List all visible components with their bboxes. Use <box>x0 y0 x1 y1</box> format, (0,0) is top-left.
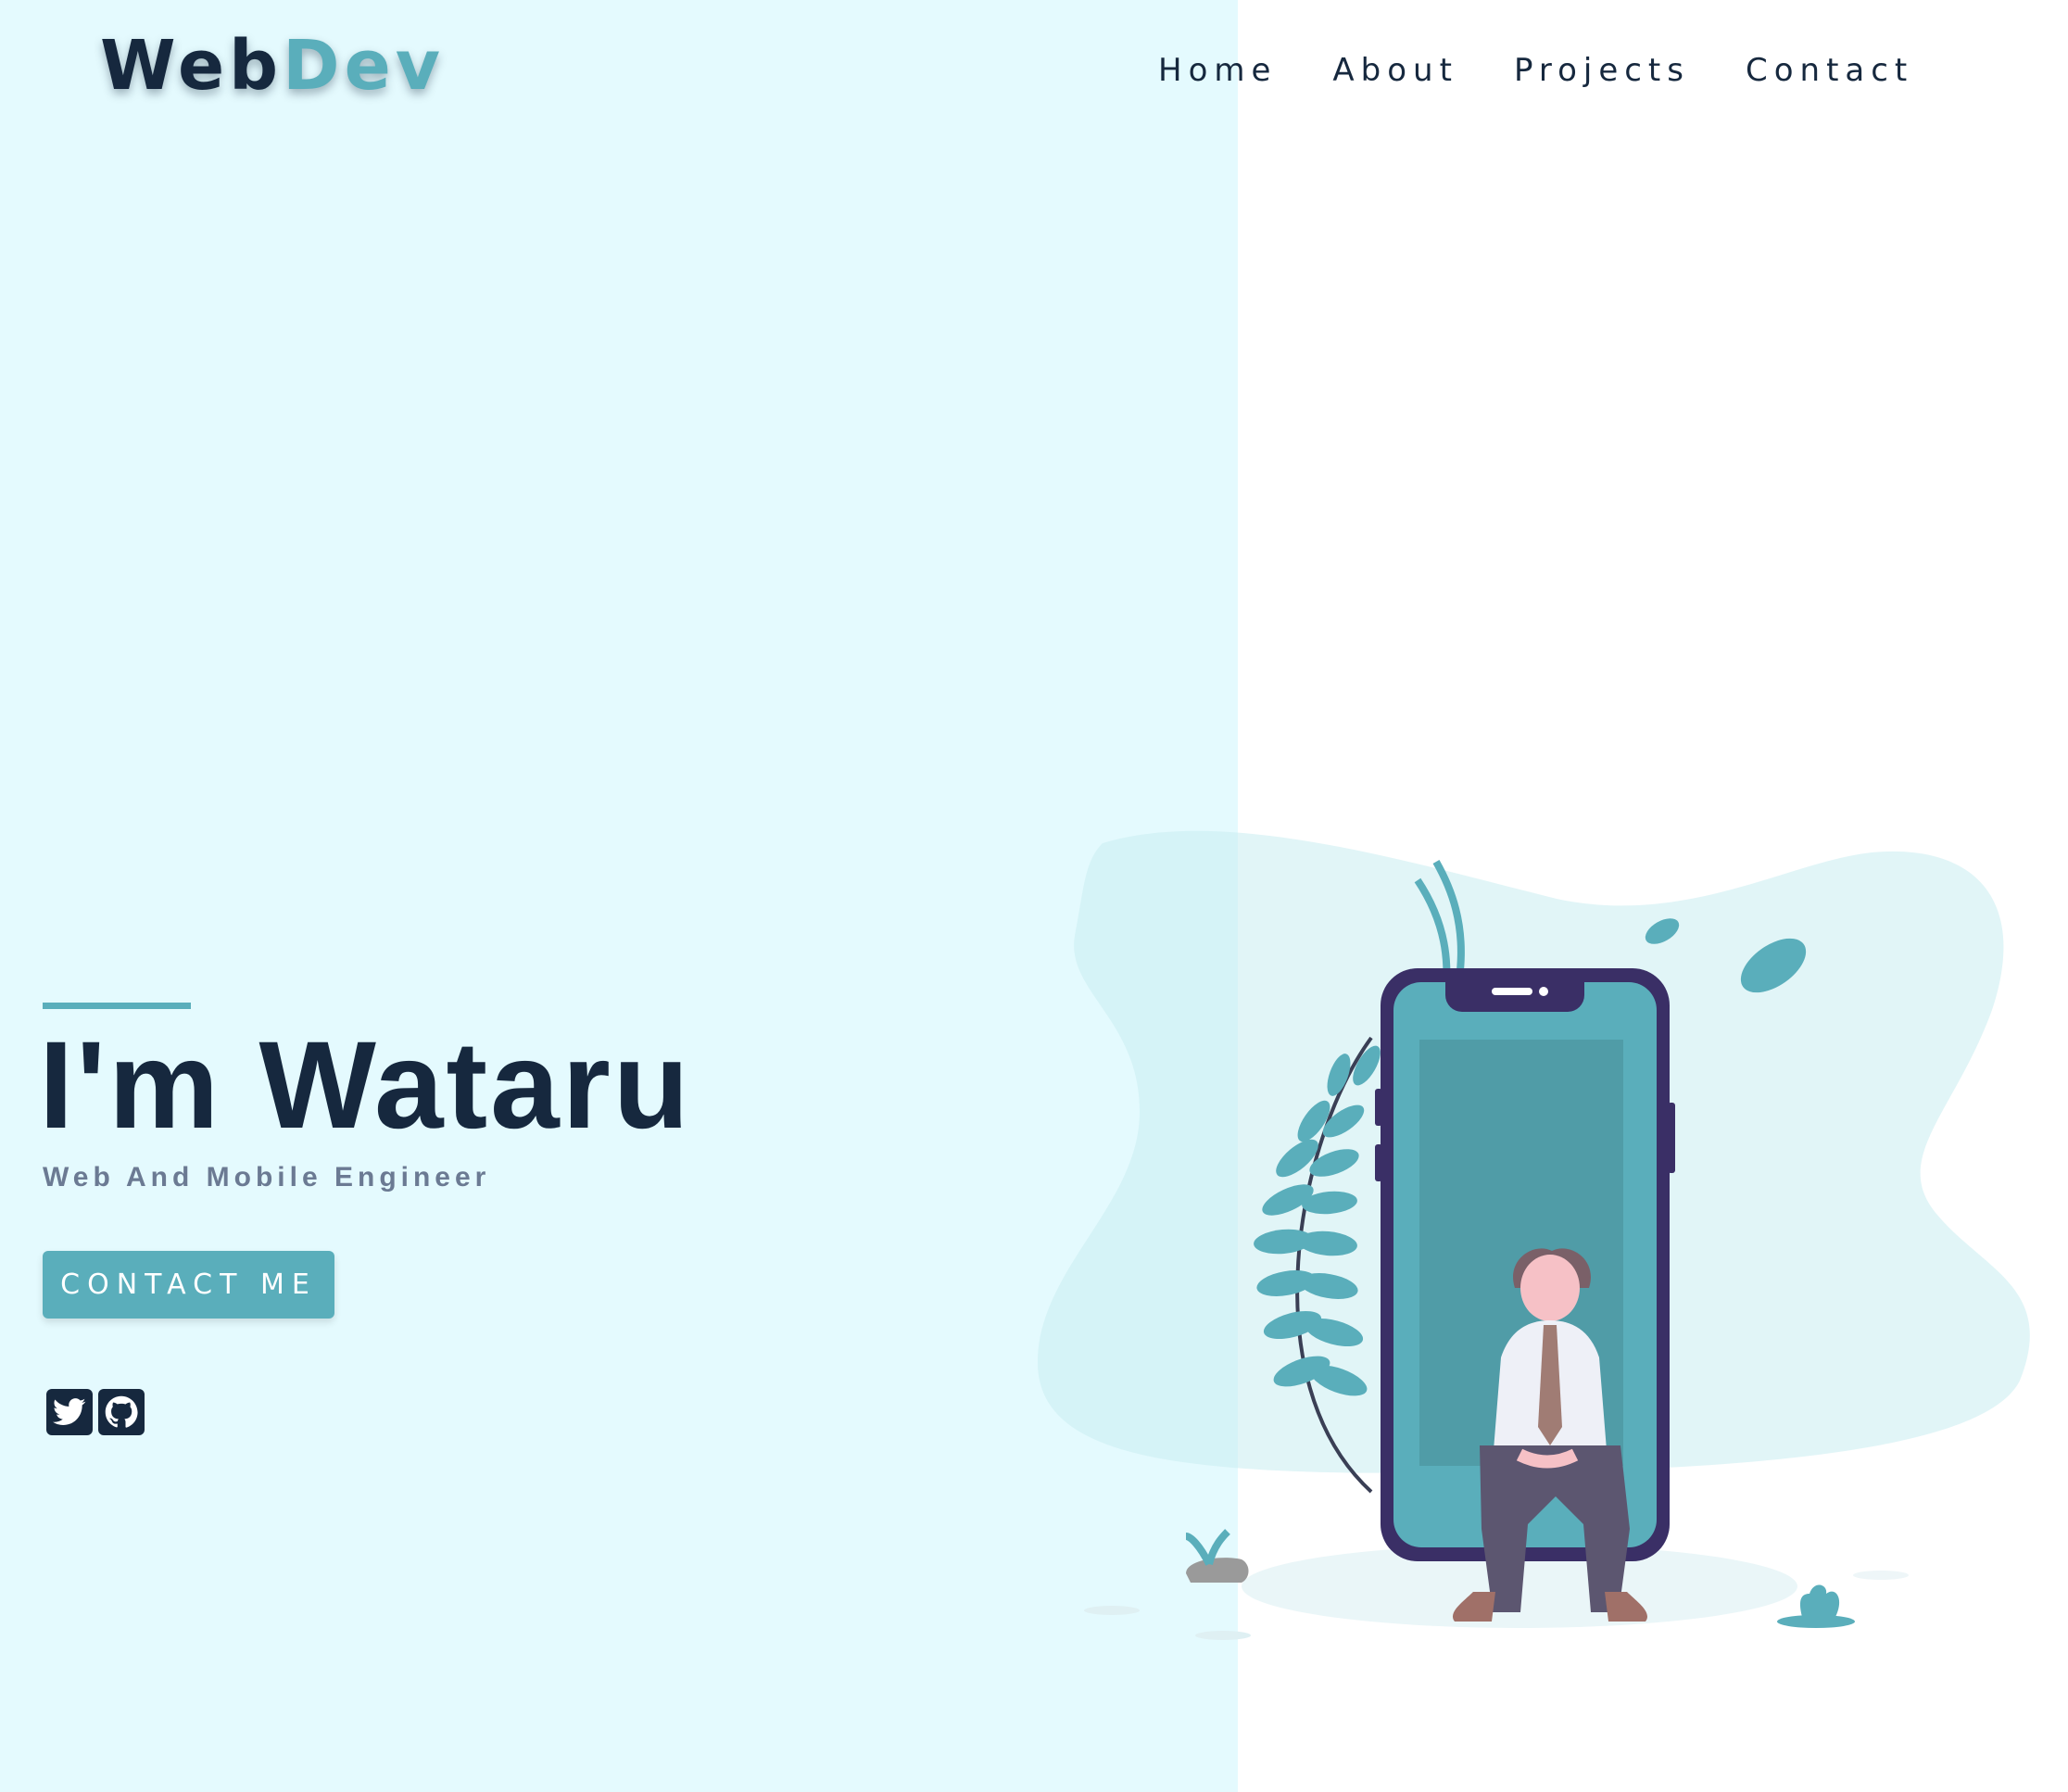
hero-illustration <box>1038 830 2030 1640</box>
brand-logo[interactable]: WebDev <box>100 26 445 106</box>
nav-link-contact[interactable]: Contact <box>1746 52 1913 89</box>
contact-me-button[interactable]: CONTACT ME <box>43 1251 334 1319</box>
brand-logo-part-a: Web <box>100 26 284 106</box>
nav-link-about[interactable]: About <box>1332 52 1458 89</box>
main-nav: Home About Projects Contact <box>1158 52 1913 89</box>
rock <box>1186 1558 1249 1583</box>
twitter-icon <box>53 1398 86 1425</box>
small-plant-right <box>1799 1584 1840 1617</box>
brand-logo-part-b: Dev <box>283 26 446 106</box>
hero-subtitle: Web And Mobile Engineer <box>43 1162 491 1193</box>
twitter-link[interactable] <box>46 1389 93 1435</box>
hero-title: I'm Wataru <box>39 1016 692 1155</box>
github-icon <box>105 1395 138 1428</box>
page: WebDev Home About Projects Contact I'm W… <box>0 0 2068 1792</box>
social-links <box>46 1389 145 1435</box>
github-link[interactable] <box>98 1389 145 1435</box>
nav-link-home[interactable]: Home <box>1158 52 1277 89</box>
nav-link-projects[interactable]: Projects <box>1514 52 1690 89</box>
title-accent-line <box>43 1003 191 1009</box>
